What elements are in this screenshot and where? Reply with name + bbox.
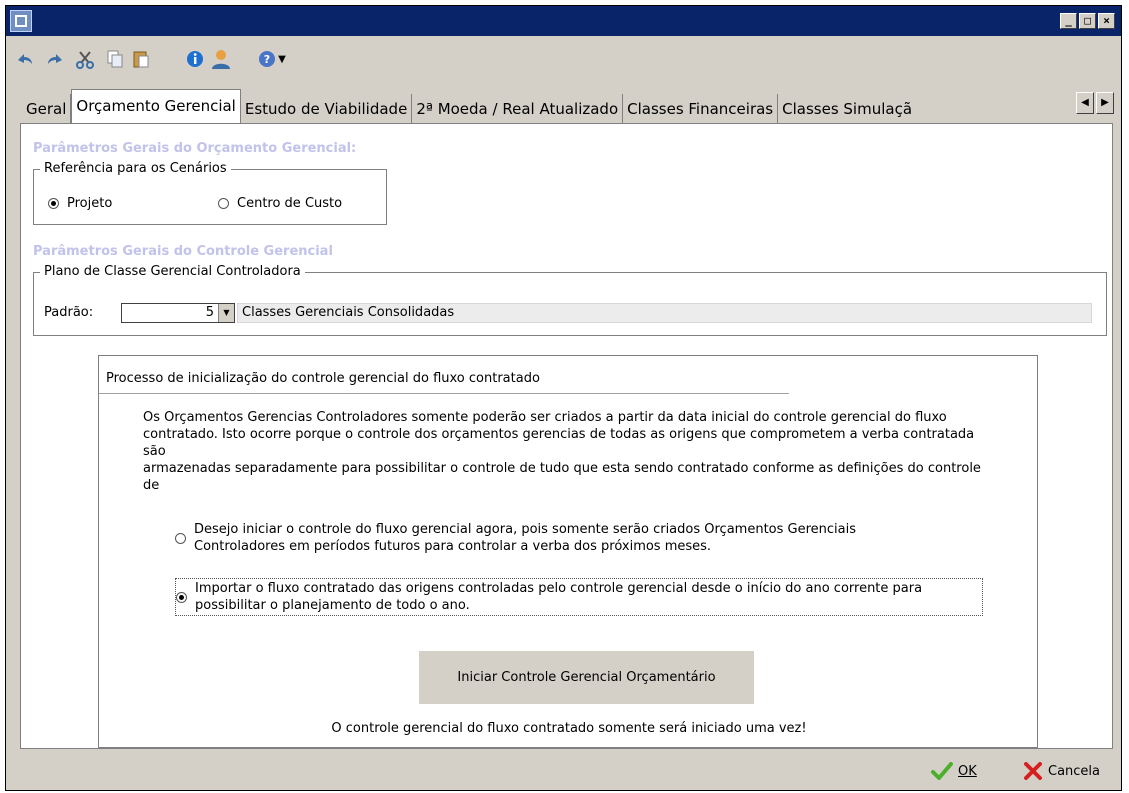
tab-scroll-left-icon[interactable]: ◀	[1076, 92, 1094, 114]
chevron-down-icon[interactable]: ▼	[276, 48, 288, 70]
tab-classes-financeiras[interactable]: Classes Financeiras	[623, 94, 779, 124]
radio-projeto-label: Projeto	[67, 196, 113, 211]
ok-label: OK	[958, 763, 977, 779]
option-iniciar-agora-indicator[interactable]	[175, 532, 186, 544]
padrao-label: Padrão:	[44, 305, 94, 320]
redo-icon[interactable]	[44, 48, 66, 70]
processo-description: Os Orçamentos Gerencias Controladores so…	[143, 409, 981, 494]
group-label-referencia: Referência para os Cenários	[40, 161, 231, 176]
close-button[interactable]: ×	[1098, 13, 1115, 29]
processo-panel: Processo de inicialização do controle ge…	[98, 355, 1038, 748]
option-importar-fluxo-text: Importar o fluxo contratado das origens …	[195, 580, 922, 614]
chevron-down-icon[interactable]: ▼	[218, 304, 234, 322]
tab-estudo-viabilidade[interactable]: Estudo de Viabilidade	[241, 94, 413, 124]
maximize-button[interactable]: □	[1079, 13, 1096, 29]
cut-icon[interactable]	[74, 48, 96, 70]
window-controls: _ □ ×	[1060, 13, 1115, 29]
padrao-combo[interactable]: 5 ▼	[121, 303, 235, 323]
section-title-orcamento: Parâmetros Gerais do Orçamento Gerencial…	[33, 141, 357, 156]
processo-desc-line: contratado. Isto ocorre porque o control…	[143, 427, 975, 442]
padrao-value: 5	[205, 305, 214, 320]
check-icon	[931, 762, 953, 780]
cancel-label: Cancela	[1048, 763, 1101, 779]
app-icon	[10, 10, 32, 32]
tab-panel-orcamento: Parâmetros Gerais do Orçamento Gerencial…	[20, 123, 1113, 749]
option-importar-fluxo[interactable]: Importar o fluxo contratado das origens …	[175, 578, 983, 616]
option-importar-fluxo-indicator[interactable]	[176, 591, 187, 603]
radio-centro-custo-label: Centro de Custo	[237, 196, 343, 211]
copy-icon[interactable]	[104, 48, 126, 70]
option-iniciar-agora[interactable]: Desejo iniciar o controle do fluxo geren…	[175, 521, 856, 555]
tab-scroll-arrows: ◀ ▶	[1076, 92, 1114, 114]
title-bar: _ □ ×	[6, 6, 1121, 36]
application-window: _ □ × ? ▼ Geral Orçamento Gerencial Estu…	[5, 5, 1122, 791]
processo-divider	[99, 393, 789, 394]
option-importar-fluxo-line: possibilitar o planejamento de todo o an…	[195, 598, 470, 613]
radio-centro-custo-indicator[interactable]	[218, 198, 229, 209]
cancel-button[interactable]: Cancela	[1023, 762, 1100, 780]
undo-icon[interactable]	[14, 48, 36, 70]
minimize-button[interactable]: _	[1060, 13, 1077, 29]
tab-scroll-right-icon[interactable]: ▶	[1096, 92, 1114, 114]
group-referencia-cenarios: Referência para os Cenários Projeto Cent…	[33, 161, 387, 225]
tab-classes-simulacao[interactable]: Classes Simulaçã	[778, 94, 917, 124]
processo-footer-note: O controle gerencial do fluxo contratado…	[331, 721, 807, 736]
processo-desc-line: armazenadas separadamente para possibili…	[143, 461, 981, 476]
cancel-x-icon	[1024, 762, 1042, 780]
radio-projeto-indicator[interactable]	[48, 198, 59, 209]
radio-centro-custo[interactable]: Centro de Custo	[218, 196, 342, 211]
user-icon[interactable]	[210, 48, 232, 70]
help-icon[interactable]: ?	[256, 48, 278, 70]
processo-title: Processo de inicialização do controle ge…	[106, 371, 540, 386]
processo-desc-line: de	[143, 478, 160, 493]
tab-orcamento-gerencial[interactable]: Orçamento Gerencial	[71, 89, 241, 124]
group-plano-classe: Plano de Classe Gerencial Controladora P…	[33, 264, 1107, 336]
status-bar: OK Cancela	[6, 748, 1121, 790]
group-label-plano: Plano de Classe Gerencial Controladora	[40, 264, 305, 279]
tab-strip: Geral Orçamento Gerencial Estudo de Viab…	[22, 89, 917, 124]
svg-text:?: ?	[264, 53, 270, 66]
padrao-description: Classes Gerenciais Consolidadas	[237, 303, 1092, 323]
option-iniciar-agora-text: Desejo iniciar o controle do fluxo geren…	[194, 521, 856, 555]
ok-button[interactable]: OK	[931, 762, 977, 780]
paste-icon[interactable]	[130, 48, 152, 70]
tab-segunda-moeda[interactable]: 2ª Moeda / Real Atualizado	[412, 94, 624, 124]
tab-geral[interactable]: Geral	[22, 94, 72, 124]
processo-desc-line: Os Orçamentos Gerencias Controladores so…	[143, 410, 947, 425]
section-title-controle: Parâmetros Gerais do Controle Gerencial	[33, 244, 333, 259]
radio-projeto[interactable]: Projeto	[48, 196, 112, 211]
toolbar: ? ▼	[6, 36, 1121, 84]
option-iniciar-agora-line: Desejo iniciar o controle do fluxo geren…	[194, 522, 856, 537]
iniciar-controle-button[interactable]: Iniciar Controle Gerencial Orçamentário	[419, 651, 754, 704]
option-iniciar-agora-line: Controladores em períodos futuros para c…	[194, 539, 712, 554]
info-icon[interactable]	[184, 48, 206, 70]
option-importar-fluxo-line: Importar o fluxo contratado das origens …	[195, 581, 923, 596]
processo-desc-line: são	[143, 444, 166, 459]
